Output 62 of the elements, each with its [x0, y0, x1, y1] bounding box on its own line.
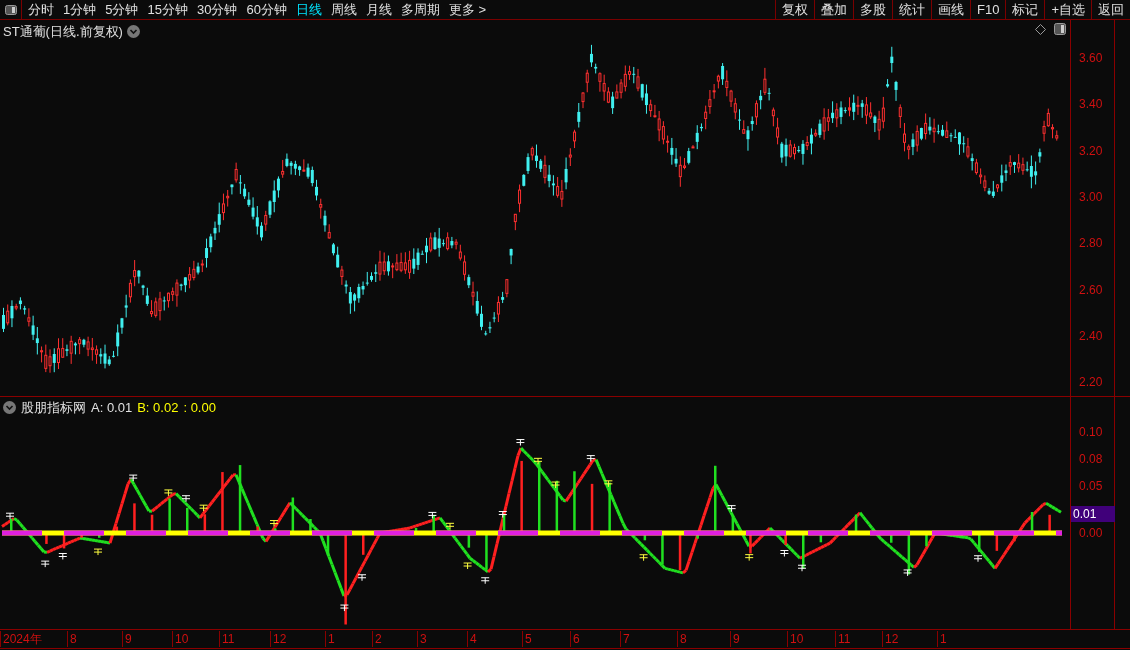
toolbar-button[interactable]: 标记 [1005, 0, 1045, 19]
toolbar-button[interactable]: 叠加 [814, 0, 853, 19]
period-tab[interactable]: 1分钟 [63, 0, 97, 20]
time-axis-label: 7 [620, 631, 630, 647]
dropdown-icon[interactable] [126, 25, 140, 39]
more-button[interactable]: 更多 > [448, 0, 487, 20]
panel-toggle-icon[interactable] [1054, 23, 1066, 35]
axis-label: 0.05 [1079, 480, 1103, 492]
period-tab[interactable]: 日线 [295, 0, 322, 20]
toolbar-button[interactable]: F10 [970, 0, 1006, 19]
time-axis-label: 6 [570, 631, 580, 647]
time-axis-label: 3 [417, 631, 427, 647]
indicator-value: : 0.00 [183, 399, 216, 417]
time-axis-label: 9 [122, 631, 132, 647]
period-tab[interactable]: 5分钟 [105, 0, 139, 20]
toolbar-button[interactable]: 统计 [892, 0, 931, 19]
time-axis-label: 2024年 [0, 631, 42, 647]
axis-label: 3.00 [1079, 190, 1103, 203]
axis-label: 0.00 [1079, 527, 1103, 539]
axis-label: 3.60 [1079, 52, 1103, 64]
axis-label: 3.20 [1079, 144, 1103, 157]
time-axis-label: 4 [467, 631, 477, 647]
diamond-icon[interactable] [1035, 24, 1046, 35]
period-tab[interactable]: 60分钟 [246, 0, 287, 20]
time-axis-label: 5 [522, 631, 532, 647]
axis-label: 0.10 [1079, 426, 1103, 438]
time-axis-label: 2 [372, 631, 382, 647]
period-tab[interactable]: 多周期 [400, 0, 440, 20]
time-axis-label: 12 [270, 631, 287, 647]
time-axis-label: 10 [172, 631, 189, 647]
time-axis-label: 1 [325, 631, 335, 647]
period-tab[interactable]: 月线 [365, 0, 392, 20]
axis-label: 2.40 [1079, 329, 1103, 342]
indicator-value: B: 0.02 [137, 399, 179, 417]
toolbar-button[interactable]: 画线 [931, 0, 970, 19]
period-tab[interactable]: 分时 [28, 0, 54, 20]
axis-label: 2.80 [1079, 237, 1103, 250]
chart-title: ST通葡(日线.前复权) [3, 23, 123, 41]
axis-label: 2.60 [1079, 283, 1103, 296]
dropdown-icon[interactable] [3, 401, 16, 415]
toolbar-button[interactable]: 返回 [1091, 0, 1130, 19]
time-axis-label: 9 [730, 631, 740, 647]
period-tab[interactable]: 周线 [330, 0, 357, 20]
toolbar-button[interactable]: 多股 [853, 0, 892, 19]
time-axis-label: 12 [882, 631, 899, 647]
panel-toggle-icon[interactable] [4, 4, 17, 15]
time-axis-label: 1 [937, 631, 947, 647]
time-axis-label: 11 [219, 631, 235, 647]
period-tab[interactable]: 30分钟 [196, 0, 238, 20]
current-value-tag: 0.01 [1071, 506, 1115, 522]
period-tab[interactable]: 15分钟 [147, 0, 188, 20]
time-axis-label: 11 [835, 631, 851, 647]
indicator-value: A: 0.01 [91, 399, 133, 417]
time-axis-label: 10 [787, 631, 804, 647]
toolbar-button[interactable]: 复权 [775, 0, 814, 19]
indicator-name: 股朋指标网 [21, 399, 86, 417]
axis-label: 2.20 [1079, 376, 1103, 389]
toolbar-button[interactable]: +自选 [1044, 0, 1091, 19]
axis-label: 0.08 [1079, 453, 1103, 465]
axis-label: 3.40 [1079, 98, 1103, 111]
time-axis-label: 8 [67, 631, 77, 647]
time-axis-label: 8 [677, 631, 687, 647]
